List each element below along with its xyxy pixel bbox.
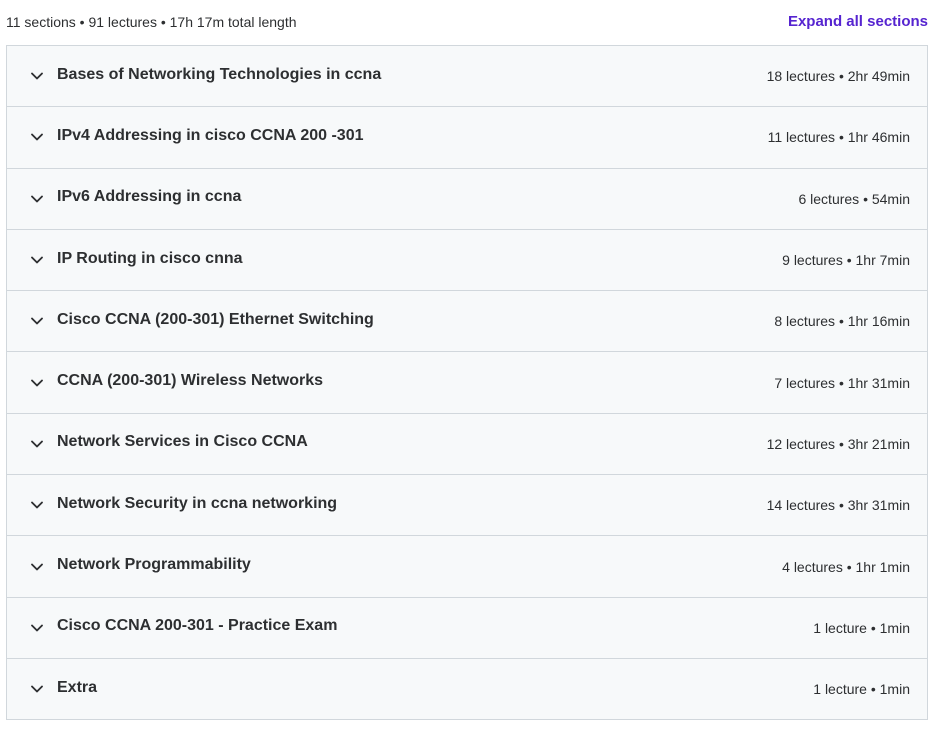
section-title: IPv4 Addressing in cisco CCNA 200 -301 xyxy=(57,126,364,144)
section-meta: 7 lectures • 1hr 31min xyxy=(774,374,910,391)
chevron-down-icon xyxy=(30,682,44,696)
section-row[interactable]: Cisco CCNA 200-301 - Practice Exam 1 lec… xyxy=(7,597,927,659)
section-row[interactable]: Network Programmability 4 lectures • 1hr… xyxy=(7,536,927,598)
section-meta: 14 lectures • 3hr 31min xyxy=(766,497,910,514)
section-row[interactable]: Network Security in ccna networking 14 l… xyxy=(7,475,927,537)
section-title: Cisco CCNA 200-301 - Practice Exam xyxy=(57,617,338,635)
section-meta: 8 lectures • 1hr 16min xyxy=(774,313,910,330)
chevron-down-icon xyxy=(30,621,44,635)
section-meta: 6 lectures • 54min xyxy=(798,190,910,207)
chevron-down-icon xyxy=(30,130,44,144)
section-meta: 11 lectures • 1hr 46min xyxy=(767,129,910,146)
curriculum-section-list: Bases of Networking Technologies in ccna… xyxy=(6,45,928,721)
section-row[interactable]: Bases of Networking Technologies in ccna… xyxy=(7,46,927,108)
section-row[interactable]: Cisco CCNA (200-301) Ethernet Switching … xyxy=(7,291,927,353)
section-row[interactable]: CCNA (200-301) Wireless Networks 7 lectu… xyxy=(7,352,927,414)
section-row[interactable]: Network Services in Cisco CCNA 12 lectur… xyxy=(7,413,927,476)
section-title: IP Routing in cisco cnna xyxy=(57,249,243,267)
chevron-down-icon xyxy=(30,69,44,83)
section-row[interactable]: Extra 1 lecture • 1min xyxy=(7,658,927,721)
section-row[interactable]: IPv6 Addressing in ccna 6 lectures • 54m… xyxy=(7,168,927,230)
section-meta: 4 lectures • 1hr 1min xyxy=(782,558,910,575)
section-title: Network Programmability xyxy=(57,556,251,574)
chevron-down-icon xyxy=(30,376,44,390)
section-title: Bases of Networking Technologies in ccna xyxy=(57,65,382,83)
section-row[interactable]: IP Routing in cisco cnna 9 lectures • 1h… xyxy=(7,229,927,292)
section-meta: 18 lectures • 2hr 49min xyxy=(766,68,910,85)
section-meta: 1 lecture • 1min xyxy=(813,619,910,636)
chevron-down-icon xyxy=(30,253,44,267)
expand-all-sections-button[interactable]: Expand all sections xyxy=(788,13,928,30)
section-title: Extra xyxy=(57,678,98,696)
section-row[interactable]: IPv4 Addressing in cisco CCNA 200 -301 1… xyxy=(7,107,927,169)
chevron-down-icon xyxy=(30,314,44,328)
chevron-down-icon xyxy=(30,498,44,512)
section-meta: 9 lectures • 1hr 7min xyxy=(782,252,910,269)
section-title: Network Services in Cisco CCNA xyxy=(57,433,308,451)
section-title: Cisco CCNA (200-301) Ethernet Switching xyxy=(57,310,374,328)
section-meta: 12 lectures • 3hr 21min xyxy=(766,435,910,452)
section-meta: 1 lecture • 1min xyxy=(813,681,910,698)
chevron-down-icon xyxy=(30,437,44,451)
section-title: Network Security in ccna networking xyxy=(57,494,338,512)
section-title: CCNA (200-301) Wireless Networks xyxy=(57,372,324,390)
chevron-down-icon xyxy=(30,192,44,206)
section-title: IPv6 Addressing in ccna xyxy=(57,188,242,206)
chevron-down-icon xyxy=(30,560,44,574)
curriculum-summary: 11 sections • 91 lectures • 17h 17m tota… xyxy=(6,13,297,30)
curriculum-summary-bar: 11 sections • 91 lectures • 17h 17m tota… xyxy=(6,0,928,45)
